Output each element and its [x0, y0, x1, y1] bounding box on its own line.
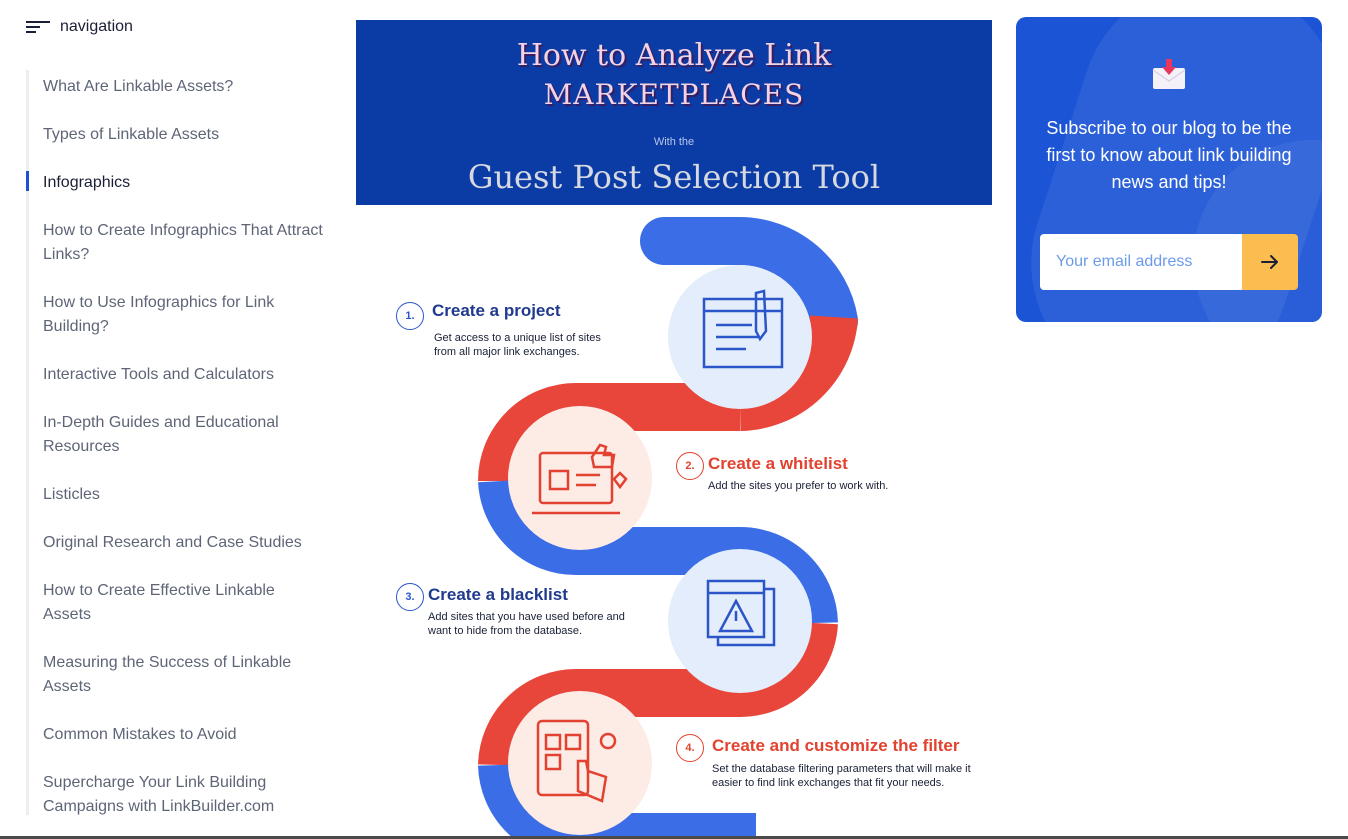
toc-item-create-infographics[interactable]: How to Create Infographics That Attract …: [43, 219, 323, 267]
hero-title-line1: How to Analyze Link: [516, 38, 832, 73]
toc-item-what-are-linkable-assets[interactable]: What Are Linkable Assets?: [43, 75, 323, 99]
hero-title-line2: MARKETPLACES: [543, 78, 805, 111]
step-title: Create a whitelist: [708, 454, 848, 473]
subscribe-submit-button[interactable]: [1242, 234, 1298, 290]
toc-item-supercharge[interactable]: Supercharge Your Link Building Campaigns…: [43, 771, 323, 819]
toc-item-create-effective-assets[interactable]: How to Create Effective Linkable Assets: [43, 579, 323, 627]
toc-item-original-research[interactable]: Original Research and Case Studies: [43, 531, 323, 555]
step-number: 4.: [676, 734, 704, 762]
arrow-right-icon: [1261, 255, 1278, 269]
toc-item-interactive-tools[interactable]: Interactive Tools and Calculators: [43, 363, 323, 387]
step-title: Create and customize the filter: [712, 736, 960, 755]
subscribe-text: Subscribe to our blog to be the first to…: [1046, 118, 1292, 192]
step-number: 1.: [396, 302, 424, 330]
infographic-image: 1. Create a project Get access to a uniq…: [356, 205, 992, 839]
step-description: Add sites that you have used before and …: [428, 611, 625, 637]
toc-item-in-depth-guides[interactable]: In-Depth Guides and Educational Resource…: [43, 411, 323, 459]
toc-item-common-mistakes[interactable]: Common Mistakes to Avoid: [43, 723, 323, 747]
step-title: Create a blacklist: [428, 585, 568, 604]
step-number: 2.: [676, 452, 704, 480]
toc-item-measuring-success[interactable]: Measuring the Success of Linkable Assets: [43, 651, 323, 699]
toc-item-listicles[interactable]: Listicles: [43, 483, 323, 507]
hero-banner: How to Analyze Link MARKETPLACES With th…: [356, 20, 992, 205]
navigation-toggle[interactable]: navigation: [26, 18, 133, 36]
navigation-title: navigation: [60, 18, 133, 35]
step-description: Set the database filtering parameters th…: [712, 763, 971, 789]
email-input[interactable]: [1040, 234, 1244, 290]
toc-item-use-infographics[interactable]: How to Use Infographics for Link Buildin…: [43, 291, 323, 339]
step-description: Add the sites you prefer to work with.: [708, 480, 889, 492]
toc-item-types-of-linkable-assets[interactable]: Types of Linkable Assets: [43, 123, 323, 147]
hero-title-line3: Guest Post Selection Tool: [467, 158, 881, 196]
subscribe-card: Subscribe to our blog to be the first to…: [1016, 17, 1322, 322]
envelope-icon: [1152, 59, 1186, 89]
toc-item-infographics[interactable]: Infographics: [43, 171, 323, 195]
menu-icon: [26, 19, 50, 35]
step-number: 3.: [396, 583, 424, 611]
table-of-contents: What Are Linkable Assets? Types of Linka…: [26, 70, 326, 815]
active-indicator: [26, 171, 29, 191]
step-description: Get access to a unique list of sites fro…: [434, 332, 601, 358]
step-title: Create a project: [432, 301, 561, 320]
hero-subtitle: With the: [653, 136, 695, 148]
